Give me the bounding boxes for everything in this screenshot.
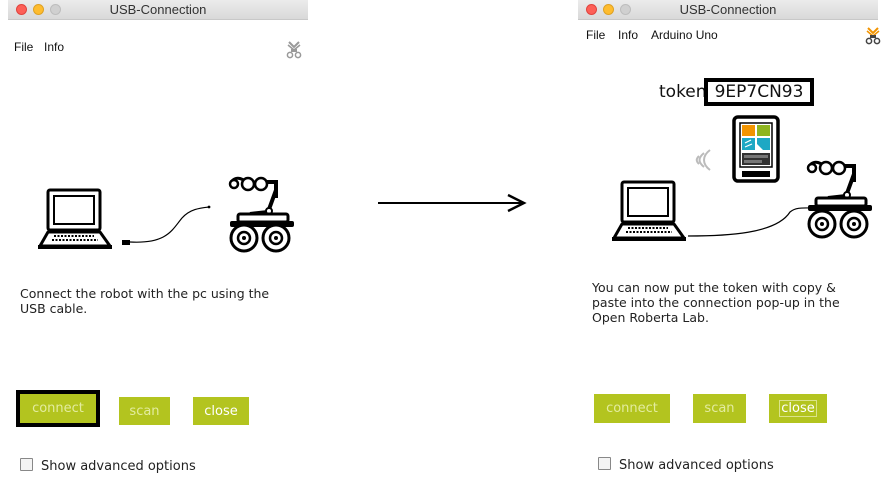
robot-arm-icon	[228, 176, 294, 253]
menu-info[interactable]: Info	[618, 28, 638, 42]
usb-connection-window-before: USB-Connection File Info Connect the rob…	[8, 0, 308, 493]
usb-cable-icon	[122, 205, 211, 245]
connect-button[interactable]: connect	[594, 394, 670, 423]
close-button[interactable]: close	[769, 394, 827, 423]
scan-button[interactable]: scan	[693, 394, 746, 423]
advanced-options-checkbox[interactable]	[20, 458, 33, 471]
wireless-signal-icon	[695, 149, 711, 171]
token-instructions: You can now put the token with copy & pa…	[592, 280, 840, 325]
token-label: token	[659, 82, 707, 102]
advanced-options-label: Show advanced options	[619, 458, 774, 473]
message-line: Open Roberta Lab.	[592, 310, 709, 325]
title-bar[interactable]: USB-Connection	[8, 0, 308, 20]
menu-file[interactable]: File	[586, 28, 605, 42]
advanced-options-row[interactable]: Show advanced options	[598, 457, 774, 473]
window-title: USB-Connection	[679, 2, 777, 17]
laptop-icon	[38, 188, 112, 249]
robot-logo-icon	[865, 27, 881, 45]
usb-connection-window-after: USB-Connection File Info Arduino Uno tok…	[578, 0, 881, 493]
window-title: USB-Connection	[109, 2, 207, 17]
menu-arduino-uno[interactable]: Arduino Uno	[651, 28, 718, 42]
robot-arm-icon	[806, 160, 872, 239]
close-button[interactable]: close	[193, 397, 249, 425]
connect-button[interactable]: connect	[16, 390, 100, 427]
advanced-options-row[interactable]: Show advanced options	[20, 458, 196, 474]
message-line: Connect the robot with the pc using the	[20, 286, 270, 301]
menu-file[interactable]: File	[14, 40, 33, 54]
robot-logo-icon	[286, 41, 302, 59]
message-line: paste into the connection pop-up in the	[592, 295, 840, 310]
close-button-label: close	[779, 400, 817, 417]
advanced-options-label: Show advanced options	[41, 459, 196, 474]
scan-button[interactable]: scan	[119, 397, 170, 425]
transition-arrow-icon	[378, 193, 527, 213]
advanced-options-checkbox[interactable]	[598, 457, 611, 470]
laptop-icon	[612, 180, 686, 241]
message-line: You can now put the token with copy &	[592, 280, 836, 295]
title-bar[interactable]: USB-Connection	[578, 0, 878, 20]
message-line: USB cable.	[20, 301, 88, 316]
tablet-icon	[732, 115, 780, 183]
connection-instructions: Connect the robot with the pc using the …	[20, 286, 269, 316]
token-value[interactable]: 9EP7CN93	[704, 78, 814, 106]
menu-info[interactable]: Info	[44, 40, 64, 54]
